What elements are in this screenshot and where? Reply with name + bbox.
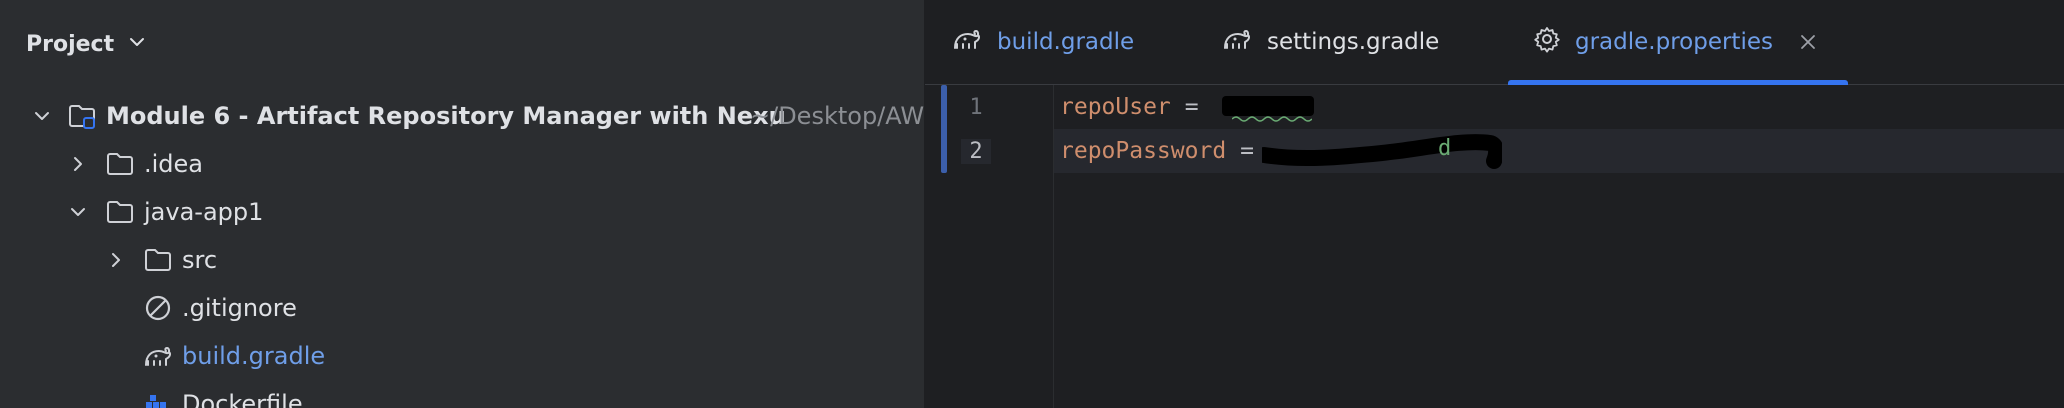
module-folder-icon: [66, 100, 98, 132]
tree-item-label: .idea: [144, 150, 204, 178]
redaction-mark: d: [1262, 134, 1502, 169]
line-number: 1: [969, 95, 983, 120]
code-line: repoUser =: [1054, 85, 2064, 129]
tree-item-label: Module 6 - Artifact Repository Manager w…: [106, 102, 786, 130]
tree-item-idea[interactable]: .idea: [0, 140, 924, 188]
property-equals: =: [1240, 138, 1255, 164]
project-tree: Module 6 - Artifact Repository Manager w…: [0, 92, 924, 408]
code-line-current: repoPassword = d: [1054, 129, 2064, 173]
folder-icon: [104, 196, 136, 228]
docker-icon: [142, 388, 174, 408]
chevron-right-icon[interactable]: [68, 154, 88, 174]
gear-icon: [1533, 25, 1561, 59]
tree-item-build-gradle[interactable]: build.gradle: [0, 332, 924, 380]
gradle-icon: [142, 340, 174, 372]
close-icon[interactable]: [1799, 33, 1817, 51]
line-number: 2: [961, 139, 991, 164]
property-equals: =: [1184, 94, 1199, 120]
tab-label: build.gradle: [997, 29, 1135, 55]
redaction-mark: [1222, 96, 1314, 116]
chevron-down-icon[interactable]: [32, 106, 52, 126]
line-number-gutter: 1 2: [925, 85, 1054, 408]
tree-item-gitignore[interactable]: .gitignore: [0, 284, 924, 332]
chevron-right-icon[interactable]: [106, 250, 126, 270]
tab-settings-gradle[interactable]: settings.gradle: [1221, 0, 1439, 84]
tree-item-path-hint: ~/Desktop/AW: [750, 102, 925, 130]
chevron-down-icon[interactable]: [128, 33, 146, 55]
ignore-file-icon: [142, 292, 174, 324]
svg-text:d: d: [1438, 136, 1451, 161]
tab-label: settings.gradle: [1267, 29, 1440, 55]
tree-item-label: build.gradle: [182, 342, 326, 370]
project-panel-title: Project: [26, 31, 115, 57]
tab-gradle-properties[interactable]: gradle.properties: [1533, 0, 1817, 84]
typo-squiggle: [1232, 116, 1312, 122]
tree-item-label: src: [182, 246, 218, 274]
editor-tab-bar: build.gradle settings.gradle gradle.prop…: [925, 0, 2064, 85]
tree-item-label: .gitignore: [182, 294, 297, 322]
code-editor[interactable]: repoUser = repoPassword = d: [1054, 85, 2064, 408]
ide-window: Project Module 6 - Artifact Repository M…: [0, 0, 2064, 408]
vcs-change-marker: [941, 85, 947, 173]
tree-item-java-app1[interactable]: java-app1: [0, 188, 924, 236]
folder-icon: [142, 244, 174, 276]
tab-label: gradle.properties: [1575, 29, 1773, 55]
editor-area: build.gradle settings.gradle gradle.prop…: [925, 0, 2064, 408]
property-key: repoPassword: [1060, 138, 1227, 164]
tree-item-dockerfile[interactable]: Dockerfile: [0, 380, 924, 408]
tree-item-label: java-app1: [144, 198, 264, 226]
property-key: repoUser: [1060, 94, 1171, 120]
chevron-down-icon[interactable]: [68, 202, 88, 222]
gradle-icon: [951, 24, 983, 60]
folder-icon: [104, 148, 136, 180]
tree-item-module-root[interactable]: Module 6 - Artifact Repository Manager w…: [0, 92, 924, 140]
gradle-icon: [1221, 24, 1253, 60]
project-panel-header[interactable]: Project: [26, 24, 146, 64]
project-panel: Project Module 6 - Artifact Repository M…: [0, 0, 925, 408]
tree-item-label: Dockerfile: [182, 390, 303, 408]
tab-build-gradle[interactable]: build.gradle: [951, 0, 1134, 84]
tree-item-src[interactable]: src: [0, 236, 924, 284]
